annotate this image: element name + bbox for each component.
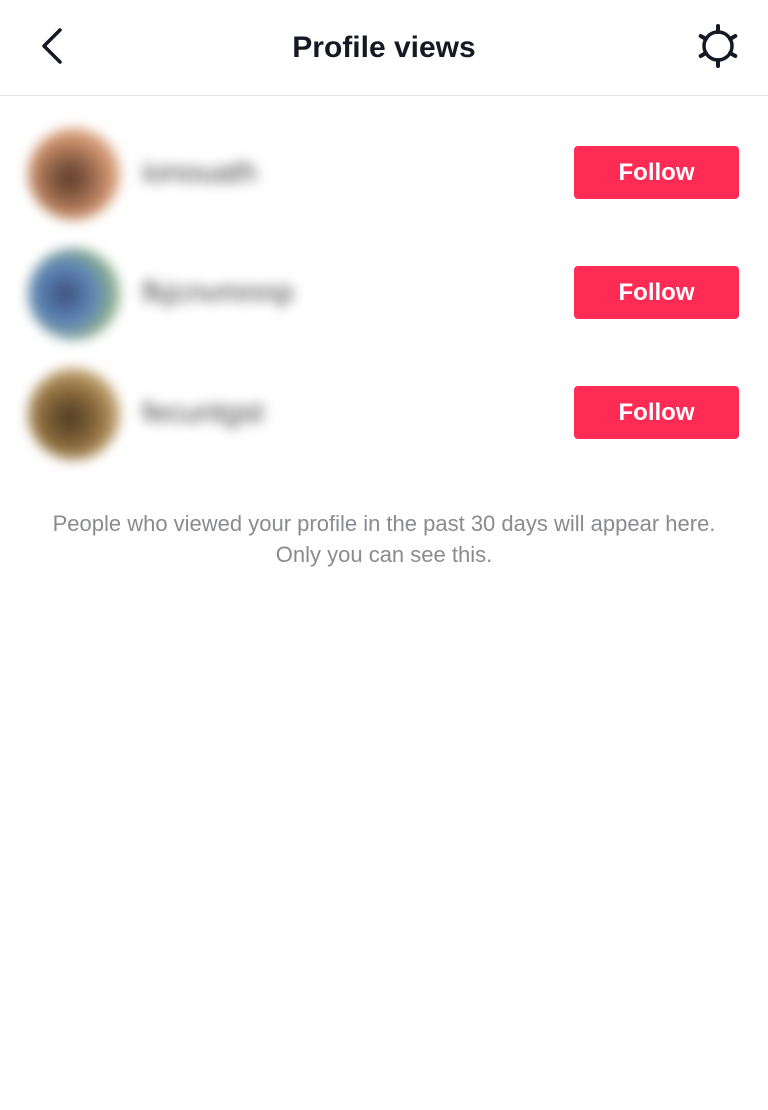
username[interactable]: fkjcnvmnnp <box>142 276 294 310</box>
profile-viewers-list: ionouath Follow fkjcnvmnnp Follow fecunt… <box>0 112 768 472</box>
top-bar: Profile views <box>0 0 768 96</box>
avatar[interactable] <box>28 128 120 220</box>
list-item[interactable]: fecuntgst Follow <box>0 352 768 472</box>
follow-button[interactable]: Follow <box>574 146 739 199</box>
page-title: Profile views <box>292 31 476 64</box>
settings-button[interactable] <box>694 23 742 73</box>
username[interactable]: ionouath <box>142 156 257 190</box>
avatar[interactable] <box>28 248 120 340</box>
info-text: People who viewed your profile in the pa… <box>52 511 716 567</box>
follow-button[interactable]: Follow <box>574 266 739 319</box>
follow-button[interactable]: Follow <box>574 386 739 439</box>
list-item[interactable]: fkjcnvmnnp Follow <box>0 232 768 352</box>
list-item[interactable]: ionouath Follow <box>0 112 768 232</box>
username[interactable]: fecuntgst <box>142 396 264 430</box>
avatar[interactable] <box>28 368 120 460</box>
gear-icon <box>696 23 740 73</box>
